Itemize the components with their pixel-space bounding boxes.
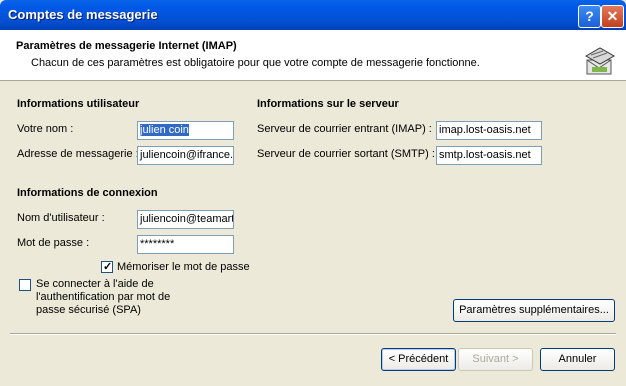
outgoing-server-field[interactable]: smtp.lost-oasis.net — [436, 146, 542, 165]
spa-label-line2[interactable]: l'authentification par mot de — [36, 291, 170, 303]
button-separator — [10, 333, 616, 335]
email-label: Adresse de messagerie : — [17, 148, 139, 160]
logon-info-heading: Informations de connexion — [17, 187, 158, 199]
server-info-heading: Informations sur le serveur — [257, 98, 399, 110]
title-bar[interactable]: Comptes de messagerie ? ✕ — [0, 0, 626, 30]
password-field[interactable]: ******** — [137, 235, 234, 254]
email-accounts-dialog: Comptes de messagerie ? ✕ Paramètres de … — [0, 0, 626, 386]
next-button[interactable]: Suivant > — [458, 348, 533, 371]
username-field[interactable]: juliencoin@teamarti — [137, 210, 234, 229]
name-label: Votre nom : — [17, 123, 74, 135]
spa-label-line3[interactable]: passe sécurisé (SPA) — [36, 304, 141, 316]
name-field[interactable]: julien coin — [137, 121, 234, 140]
remember-password-label[interactable]: Mémoriser le mot de passe — [117, 261, 250, 273]
incoming-server-field[interactable]: imap.lost-oasis.net — [436, 121, 542, 140]
window-title: Comptes de messagerie — [8, 7, 158, 22]
close-button[interactable]: ✕ — [601, 5, 624, 28]
header-subtitle: Chacun de ces paramètres est obligatoire… — [31, 57, 480, 69]
username-label: Nom d'utilisateur : — [17, 212, 105, 224]
spa-checkbox[interactable] — [19, 279, 31, 291]
spa-label-line1[interactable]: Se connecter à l'aide de — [36, 278, 154, 290]
user-info-heading: Informations utilisateur — [17, 98, 140, 110]
header-title: Paramètres de messagerie Internet (IMAP) — [16, 40, 237, 52]
check-icon: ✓ — [103, 261, 113, 273]
outgoing-server-label: Serveur de courrier sortant (SMTP) : — [257, 148, 435, 160]
help-button[interactable]: ? — [578, 5, 601, 28]
back-button[interactable]: < Précédent — [381, 348, 456, 371]
email-field[interactable]: juliencoin@ifrance.c — [137, 146, 234, 165]
more-settings-button[interactable]: Paramètres supplémentaires... — [453, 299, 615, 322]
dialog-header: Paramètres de messagerie Internet (IMAP)… — [0, 30, 626, 81]
cancel-button[interactable]: Annuler — [540, 348, 615, 371]
remember-password-checkbox[interactable]: ✓ — [101, 261, 113, 273]
password-label: Mot de passe : — [17, 237, 90, 249]
mail-settings-icon — [584, 47, 616, 75]
incoming-server-label: Serveur de courrier entrant (IMAP) : — [257, 123, 432, 135]
name-value: julien coin — [140, 124, 189, 136]
